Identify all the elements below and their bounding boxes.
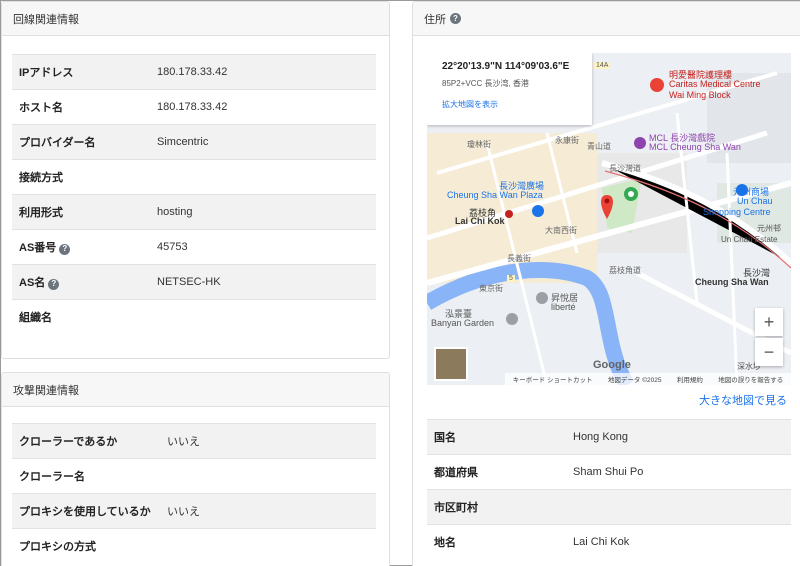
- map-label: liberté: [551, 302, 576, 312]
- line-info-table: IPアドレス 180.178.33.42 ホスト名 180.178.33.42 …: [12, 54, 376, 335]
- row-key: 国名: [427, 419, 573, 455]
- map-footer-report[interactable]: 地図の誤りを報告する: [718, 374, 783, 384]
- row-key: プロキシの方式: [12, 528, 167, 564]
- map-label: 長沙灣道: [609, 164, 641, 173]
- big-map-link[interactable]: 大きな地図で見る: [699, 392, 787, 408]
- table-row: 接続方式: [12, 159, 376, 195]
- help-icon[interactable]: ?: [48, 278, 60, 290]
- attack-info-title: 攻撃関連情報: [13, 384, 79, 397]
- map-footer-data: 地図データ ©2025: [607, 377, 662, 384]
- map-footer-terms[interactable]: 利用規約: [677, 374, 703, 384]
- map-label: Cheung Sha Wan: [695, 277, 769, 287]
- row-value: Simcentric: [157, 124, 376, 160]
- address-table: 国名 Hong Kong 都道府県 Sham Shui Po 市区町村 地名 L…: [427, 419, 791, 560]
- row-key: 地名: [427, 524, 573, 560]
- row-key: クローラー名: [12, 458, 167, 494]
- map-label: Cheung Sha Wan Plaza: [447, 190, 543, 200]
- attack-info-table: クローラーであるか いいえ クローラー名 プロキシを使用しているか いいえ プロ…: [12, 423, 376, 564]
- line-info-header: 回線関連情報: [2, 2, 389, 36]
- row-key: プロバイダー名: [12, 124, 157, 160]
- row-key: クローラーであるか: [12, 423, 167, 459]
- row-value: [167, 458, 376, 494]
- row-value: 180.178.33.42: [157, 89, 376, 125]
- row-value: [157, 299, 376, 335]
- table-row: クローラー名: [12, 458, 376, 494]
- row-key: AS名 ?: [12, 264, 157, 300]
- table-row: プロバイダー名 Simcentric: [12, 124, 376, 160]
- table-row: 組織名: [12, 299, 376, 335]
- map-label: 14A: [594, 62, 611, 69]
- map-label: 永康街: [555, 136, 579, 145]
- row-value: いいえ: [167, 493, 376, 529]
- map-info-popup: 22°20'13.9"N 114°09'03.6"E 85P2+VCC 長沙湾,…: [427, 53, 592, 125]
- line-info-title: 回線関連情報: [13, 13, 79, 26]
- table-row: ホスト名 180.178.33.42: [12, 89, 376, 125]
- row-key: 組織名: [12, 299, 157, 335]
- map-footer: キーボード ショートカット 地図データ ©2025 利用規約 地図の誤りを報告す…: [505, 373, 791, 385]
- row-value: [167, 528, 376, 564]
- table-row: IPアドレス 180.178.33.42: [12, 54, 376, 90]
- map-label: Caritas Medical Centre: [669, 79, 761, 89]
- map-label: MCL Cheung Sha Wan: [649, 142, 741, 152]
- row-key: 市区町村: [427, 489, 573, 525]
- row-value: hosting: [157, 194, 376, 230]
- row-key: 接続方式: [12, 159, 157, 195]
- map-label: 元州邨: [757, 224, 781, 233]
- address-header: 住所 ?: [413, 2, 800, 36]
- map-label: Wai Ming Block: [669, 90, 731, 100]
- row-key: プロキシを使用しているか: [12, 493, 167, 529]
- row-value: [573, 489, 791, 525]
- map-label: Shopping Centre: [703, 207, 771, 217]
- map-coordinates: 22°20'13.9"N 114°09'03.6"E: [442, 61, 570, 72]
- map-label: 青山道: [587, 142, 611, 151]
- enlarge-map-link[interactable]: 拡大地図を表示: [442, 99, 592, 110]
- row-value: [157, 159, 376, 195]
- map-label: Lai Chi Kok: [455, 216, 505, 226]
- table-row: クローラーであるか いいえ: [12, 423, 376, 459]
- row-value: Lai Chi Kok: [573, 524, 791, 560]
- table-row: プロキシの方式: [12, 528, 376, 564]
- row-key: ホスト名: [12, 89, 157, 125]
- map[interactable]: 明愛醫院護理樓 Caritas Medical Centre Wai Ming …: [427, 53, 791, 385]
- row-key: 利用形式: [12, 194, 157, 230]
- row-value: いいえ: [167, 423, 376, 459]
- table-row: 国名 Hong Kong: [427, 419, 791, 455]
- map-label: 荔枝角道: [609, 266, 641, 275]
- zoom-in-button[interactable]: +: [755, 308, 783, 336]
- row-value: 180.178.33.42: [157, 54, 376, 90]
- zoom-out-button[interactable]: −: [755, 338, 783, 366]
- table-row: AS名 ? NETSEC-HK: [12, 264, 376, 300]
- row-value: Hong Kong: [573, 419, 791, 455]
- attack-info-card: 攻撃関連情報 クローラーであるか いいえ クローラー名 プロキシを使用しているか…: [1, 372, 390, 566]
- map-label: Banyan Garden: [431, 318, 495, 328]
- table-row: 利用形式 hosting: [12, 194, 376, 230]
- table-row: AS番号 ? 45753: [12, 229, 376, 265]
- row-key: AS番号 ?: [12, 229, 157, 265]
- map-label: Un Chau: [737, 196, 773, 206]
- row-key: 都道府県: [427, 454, 573, 490]
- address-title: 住所: [424, 13, 446, 26]
- table-row: 地名 Lai Chi Kok: [427, 524, 791, 560]
- map-footer-shortcuts[interactable]: キーボード ショートカット: [513, 374, 593, 384]
- table-row: 市区町村: [427, 489, 791, 525]
- row-value: NETSEC-HK: [157, 264, 376, 300]
- map-plus-code: 85P2+VCC 長沙湾, 香港: [442, 79, 529, 88]
- row-key: IPアドレス: [12, 54, 157, 90]
- row-value: Sham Shui Po: [573, 454, 791, 490]
- line-info-card: 回線関連情報 IPアドレス 180.178.33.42 ホスト名 180.178…: [1, 1, 390, 359]
- help-icon[interactable]: ?: [450, 13, 461, 24]
- table-row: 都道府県 Sham Shui Po: [427, 454, 791, 490]
- map-label: 長義街: [507, 254, 531, 263]
- attack-info-header: 攻撃関連情報: [2, 373, 389, 407]
- map-label: 大南西街: [545, 226, 577, 235]
- google-logo: Google: [593, 359, 631, 371]
- map-label: Un Chau Estate: [721, 235, 778, 244]
- help-icon[interactable]: ?: [59, 243, 71, 255]
- row-value: 45753: [157, 229, 376, 265]
- map-label: 5: [507, 275, 515, 282]
- table-row: プロキシを使用しているか いいえ: [12, 493, 376, 529]
- map-label: 瓊林街: [467, 140, 491, 149]
- map-label: 東京街: [479, 284, 503, 293]
